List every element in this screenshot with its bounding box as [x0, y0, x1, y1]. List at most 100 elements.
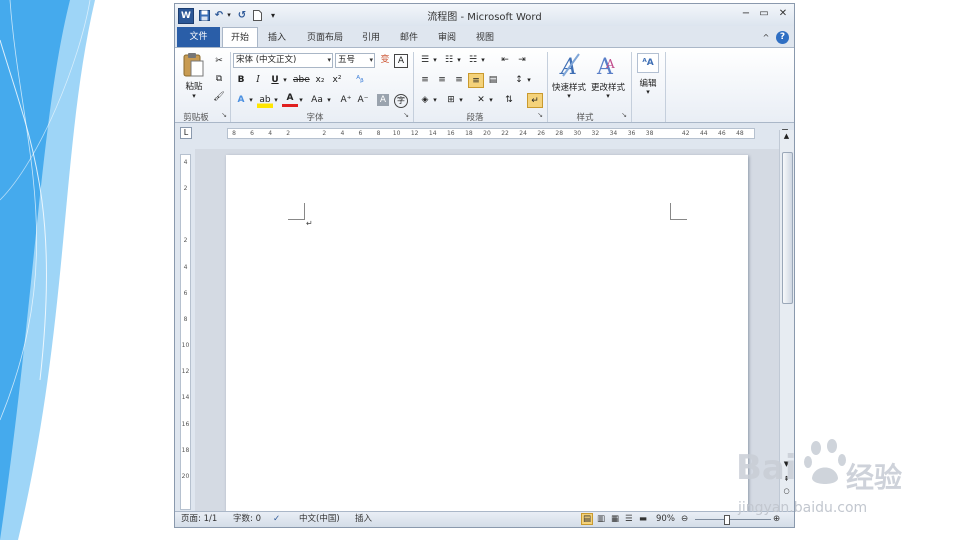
clipboard-launcher-icon[interactable]: ↘	[219, 111, 229, 119]
word-count[interactable]: 字数: 0	[233, 512, 261, 526]
page-count[interactable]: 页面: 1/1	[181, 512, 217, 526]
text-effects-dropdown-icon[interactable]: ▾	[247, 93, 255, 108]
outline-icon[interactable]: ☰	[625, 512, 633, 526]
paste-dropdown-icon[interactable]: ▾	[189, 92, 199, 100]
align-center-icon[interactable]: ≡	[434, 73, 450, 88]
superscript-button[interactable]: x²	[329, 73, 345, 88]
tab-view[interactable]: 视图	[469, 29, 501, 47]
clear-formatting-icon[interactable]: ᴬᵦ	[352, 73, 368, 88]
ruler-tick-label: 36	[627, 130, 636, 137]
editing-dropdown-icon[interactable]: ▾	[643, 88, 653, 96]
zoom-out-icon[interactable]: ⊖	[681, 512, 688, 526]
multilevel-dropdown-icon[interactable]: ▾	[479, 53, 487, 68]
line-spacing-dropdown-icon[interactable]: ▾	[525, 73, 533, 88]
bold-button[interactable]: B	[233, 73, 249, 88]
copy-icon[interactable]: ⧉	[211, 72, 227, 87]
tab-references[interactable]: 引用	[355, 29, 387, 47]
paste-label[interactable]: 粘贴	[179, 80, 209, 92]
zoom-level[interactable]: 90%	[656, 512, 675, 526]
ruler-tick-label: 48	[736, 130, 744, 137]
title-bar: 流程图 - Microsoft Word W ↶ ▾ ↺ ▾ − ▭ ✕	[175, 4, 794, 26]
cut-icon[interactable]: ✂	[211, 54, 227, 69]
word-app-icon[interactable]: W	[178, 8, 194, 24]
change-case-button[interactable]: Aa	[308, 93, 326, 108]
quick-styles-icon[interactable]: A	[559, 52, 583, 80]
highlight-icon[interactable]: ab	[257, 93, 273, 108]
numbering-dropdown-icon[interactable]: ▾	[455, 53, 463, 68]
highlight-dropdown-icon[interactable]: ▾	[272, 93, 280, 108]
chinese-layout-dropdown-icon[interactable]: ▾	[487, 93, 495, 108]
close-button[interactable]: ✕	[775, 8, 791, 22]
find-icon[interactable]: ᴬA	[637, 53, 659, 73]
scroll-thumb[interactable]	[782, 152, 793, 304]
bullets-dropdown-icon[interactable]: ▾	[431, 53, 439, 68]
draft-icon[interactable]: ▬	[639, 512, 647, 526]
tab-mailings[interactable]: 邮件	[393, 29, 425, 47]
tab-selector-icon[interactable]: L	[180, 127, 192, 139]
restore-button[interactable]: ▭	[756, 8, 772, 22]
ruler-tick-label: 6	[183, 289, 188, 297]
char-shading-button[interactable]: A	[377, 94, 389, 106]
new-doc-icon[interactable]	[251, 7, 263, 23]
customize-toolbar-icon[interactable]: ▾	[268, 7, 278, 23]
horizontal-ruler[interactable]: 8 6 4 2 2 4 6 8 10 12 14 16 18 20 22 24 26 28 30 32 34 36 38 42…	[227, 128, 755, 139]
grow-font-button[interactable]: A⁺	[338, 93, 354, 108]
tab-review[interactable]: 审阅	[431, 29, 463, 47]
phonetic-guide-icon[interactable]: 变	[377, 53, 393, 68]
minimize-button[interactable]: −	[738, 8, 754, 22]
change-styles-dropdown-icon[interactable]: ▾	[603, 92, 613, 100]
font-launcher-icon[interactable]: ↘	[401, 111, 411, 119]
paragraph-launcher-icon[interactable]: ↘	[535, 111, 545, 119]
enclose-characters-button[interactable]: 字	[394, 94, 408, 108]
separator	[547, 52, 548, 122]
undo-dropdown-icon[interactable]: ▾	[225, 7, 233, 23]
scroll-up-icon[interactable]: ▲	[781, 132, 792, 144]
change-styles-icon[interactable]: AA	[596, 52, 620, 80]
underline-dropdown-icon[interactable]: ▾	[281, 73, 289, 88]
tab-file[interactable]: 文件	[177, 27, 220, 47]
tab-page-layout[interactable]: 页面布局	[299, 29, 351, 47]
minimize-ribbon-icon[interactable]: ^	[760, 29, 772, 47]
proofing-icon[interactable]: ✓	[273, 512, 280, 526]
web-layout-icon[interactable]: ▦	[611, 512, 619, 526]
borders-dropdown-icon[interactable]: ▾	[457, 93, 465, 108]
language[interactable]: 中文(中国)	[299, 512, 340, 526]
change-case-dropdown-icon[interactable]: ▾	[325, 93, 333, 108]
styles-group-label: 样式	[576, 113, 594, 123]
tab-home[interactable]: 开始	[222, 27, 258, 47]
full-screen-reading-icon[interactable]: ▥	[597, 512, 605, 526]
print-layout-icon[interactable]: ▤	[581, 513, 593, 525]
vertical-ruler[interactable]: 4 2 2 4 6 8 10 12 14 16 18 20	[180, 154, 191, 510]
paste-icon[interactable]	[183, 52, 207, 78]
font-size-combo[interactable]: 五号 ▾	[335, 53, 375, 68]
paragraph-mark[interactable]: ↵	[306, 219, 313, 228]
font-color-button[interactable]: A	[282, 93, 298, 107]
decrease-indent-icon[interactable]: ⇤	[497, 53, 513, 68]
redo-icon[interactable]: ↺	[236, 7, 248, 23]
distributed-icon[interactable]: ▤	[485, 73, 501, 88]
justify-icon[interactable]: ≡	[468, 73, 484, 88]
sort-icon[interactable]: ⇅	[501, 93, 517, 108]
show-marks-icon[interactable]: ↵	[527, 93, 543, 108]
align-right-icon[interactable]: ≡	[451, 73, 467, 88]
quick-styles-dropdown-icon[interactable]: ▾	[564, 92, 574, 100]
font-name-combo[interactable]: 宋体 (中文正文) ▾	[233, 53, 333, 68]
font-color-dropdown-icon[interactable]: ▾	[297, 93, 305, 108]
tab-insert[interactable]: 插入	[260, 29, 294, 47]
styles-launcher-icon[interactable]: ↘	[619, 111, 629, 119]
format-painter-icon[interactable]: 🖌	[211, 90, 227, 105]
align-left-icon[interactable]: ≡	[417, 73, 433, 88]
shading-dropdown-icon[interactable]: ▾	[431, 93, 439, 108]
insert-mode[interactable]: 插入	[355, 512, 372, 526]
save-icon[interactable]	[197, 7, 211, 23]
shrink-font-button[interactable]: A⁻	[355, 93, 371, 108]
help-icon[interactable]: ?	[776, 31, 789, 44]
subscript-button[interactable]: x₂	[312, 73, 328, 88]
document-page[interactable]: ↵	[226, 155, 748, 511]
char-border-icon[interactable]: A	[394, 54, 408, 68]
increase-indent-icon[interactable]: ⇥	[514, 53, 530, 68]
ruler-tick-label: 20	[181, 472, 190, 480]
italic-button[interactable]: I	[250, 73, 266, 88]
strikethrough-button[interactable]: abe	[293, 73, 310, 88]
undo-icon[interactable]: ↶	[213, 7, 225, 23]
